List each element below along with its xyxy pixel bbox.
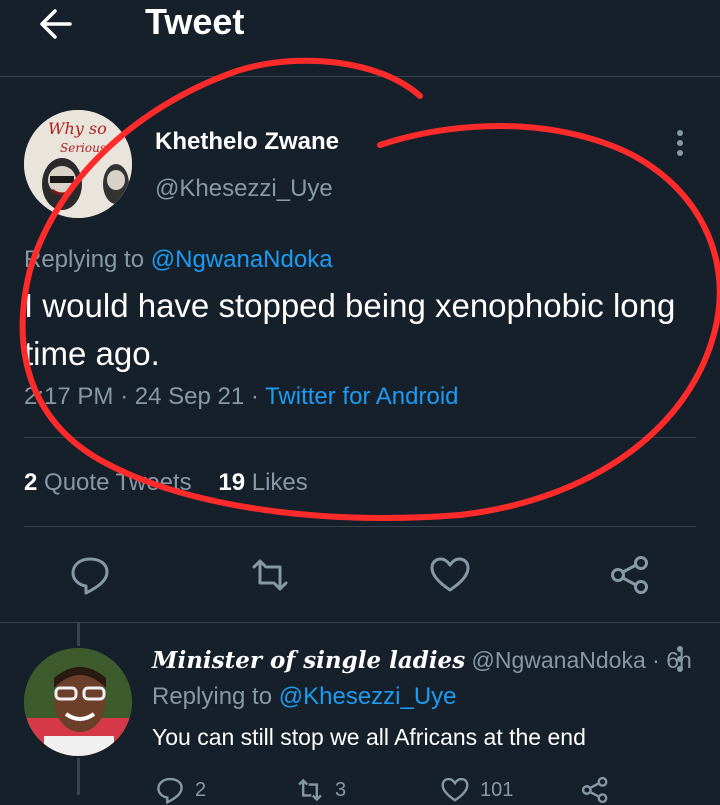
reply-text: You can still stop we all Africans at th…: [152, 724, 586, 750]
retweet-icon[interactable]: [248, 553, 292, 597]
like-icon: [441, 777, 469, 802]
reply-replying-to: Replying to @Khesezzi_Uye: [152, 682, 457, 712]
author-handle[interactable]: @Khesezzi_Uye: [155, 174, 333, 204]
replying-prefix: Replying to: [152, 683, 273, 710]
reply-avatar[interactable]: [24, 648, 132, 756]
divider: [24, 526, 696, 527]
replying-to: Replying to @NgwanaNdoka: [24, 245, 333, 275]
thread-line: [77, 622, 80, 646]
avatar-text-1: Why so: [48, 119, 107, 138]
more-vertical-icon[interactable]: [670, 646, 690, 680]
quote-count: 2: [24, 469, 38, 496]
page-title: Tweet: [145, 1, 245, 42]
reply-icon: [157, 777, 183, 805]
thread-line: [77, 758, 80, 795]
tweet-stats: 2 Quote Tweets 19 Likes: [24, 468, 308, 498]
author-avatar[interactable]: Why so Serious: [24, 110, 132, 218]
tweet-source[interactable]: Twitter for Android: [265, 383, 458, 410]
reply-icon[interactable]: [68, 553, 112, 597]
section-separator: [0, 622, 720, 623]
quote-label: Quote Tweets: [44, 469, 192, 496]
like-icon[interactable]: [428, 553, 472, 597]
replying-to-link[interactable]: @Khesezzi_Uye: [279, 683, 457, 710]
replying-prefix: Replying to: [24, 246, 145, 273]
quote-tweets-link[interactable]: 2 Quote Tweets: [24, 469, 192, 496]
reply-separator: ·: [652, 647, 660, 673]
avatar-text-2: Serious: [60, 141, 106, 155]
divider: [24, 437, 696, 438]
more-vertical-icon[interactable]: [670, 130, 690, 164]
reply-share-button[interactable]: [580, 775, 610, 805]
tweet-time[interactable]: 2:17 PM: [24, 383, 113, 410]
reply-like-button[interactable]: 101: [440, 775, 513, 805]
reply-handle[interactable]: @NgwanaNdoka: [472, 647, 646, 673]
reply-retweet-button[interactable]: 3: [295, 775, 346, 805]
replying-to-link[interactable]: @NgwanaNdoka: [151, 246, 333, 273]
meta-separator: ·: [250, 383, 259, 410]
like-label: Likes: [251, 469, 308, 496]
reply-reply-count: 2: [195, 778, 207, 801]
share-icon: [581, 776, 608, 804]
share-icon[interactable]: [608, 553, 652, 597]
like-count: 19: [218, 469, 246, 496]
tweet-meta: 2:17 PM · 24 Sep 21 · Twitter for Androi…: [24, 382, 459, 412]
back-arrow-icon[interactable]: [36, 4, 76, 44]
reply-like-count: 101: [480, 778, 514, 801]
reply-retweet-count: 3: [335, 778, 347, 801]
retweet-icon: [298, 778, 322, 802]
author-name[interactable]: Khethelo Zwane: [155, 127, 339, 157]
top-bar: Tweet: [0, 0, 720, 77]
reply-header: Minister of single ladies @NgwanaNdoka ·…: [152, 645, 692, 676]
meta-separator: ·: [120, 383, 129, 410]
tweet-date[interactable]: 24 Sep 21: [135, 383, 244, 410]
reply-display-name[interactable]: Minister of single ladies: [152, 647, 465, 674]
likes-link[interactable]: 19 Likes: [218, 469, 307, 496]
tweet-text: I would have stopped being xenophobic lo…: [24, 287, 676, 372]
reply-reply-button[interactable]: 2: [155, 775, 206, 805]
